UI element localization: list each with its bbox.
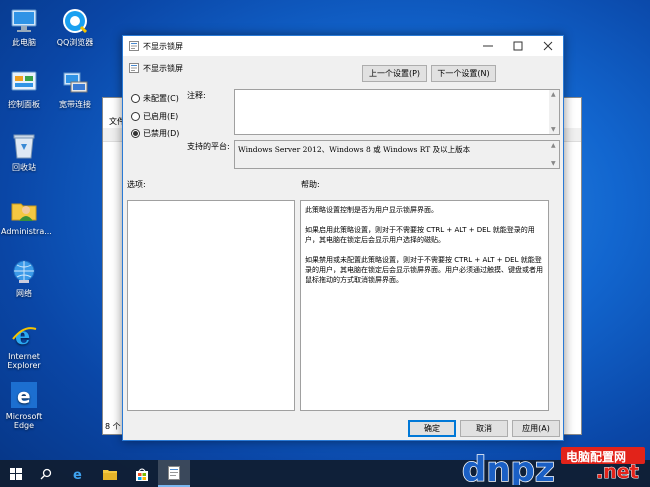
edge-icon: e	[9, 380, 39, 410]
setting-name: 不显示锁屏	[143, 64, 183, 73]
comment-label: 注释:	[187, 91, 206, 100]
search-icon	[40, 468, 52, 479]
options-label: 选项:	[127, 180, 146, 189]
comment-scrollbar[interactable]: ▲ ▼	[549, 90, 559, 134]
help-paragraph: 如果禁用或未配置此策略设置，则对于不需要按 CTRL + ALT + DEL 就…	[305, 256, 543, 284]
radio-enabled[interactable]: 已启用(E)	[131, 111, 178, 122]
policy-editor-icon	[168, 465, 180, 480]
title-bar[interactable]: 不显示锁屏	[123, 36, 563, 56]
desktop-icon-label: 宽带连接	[59, 100, 91, 109]
desktop-icon-internet-explorer[interactable]: e Internet Explorer	[1, 320, 47, 370]
background-window-status: 8 个	[105, 422, 121, 431]
platform-text: Windows Server 2012、Windows 8 或 Windows …	[238, 145, 471, 154]
help-panel[interactable]: 此策略设置控制是否为用户显示锁屏界面。 如果启用此策略设置，则对于不需要按 CT…	[300, 200, 549, 411]
radio-circle-selected	[131, 129, 140, 138]
cancel-button[interactable]: 取消	[460, 420, 508, 437]
folder-icon	[103, 469, 117, 480]
desktop-icon-label: Microsoft Edge	[5, 412, 43, 430]
taskbar-edge[interactable]: e	[62, 460, 94, 487]
options-panel	[127, 200, 295, 411]
taskbar-file-explorer[interactable]	[94, 460, 126, 487]
radio-disabled[interactable]: 已禁用(D)	[131, 128, 179, 139]
ok-button[interactable]: 确定	[408, 420, 456, 437]
globe-network-icon	[9, 257, 39, 287]
internet-explorer-icon: e	[9, 320, 39, 350]
desktop-icon-label: 回收站	[12, 163, 36, 172]
minimize-button[interactable]	[473, 36, 503, 56]
windows-logo-icon	[10, 467, 22, 480]
help-paragraph: 如果启用此策略设置，则对于不需要按 CTRL + ALT + DEL 就能登录的…	[305, 226, 535, 244]
maximize-icon	[513, 41, 523, 51]
control-panel-icon	[9, 68, 39, 98]
platform-scrollbar[interactable]: ▲ ▼	[549, 141, 559, 168]
desktop-icon-label: Administra...	[1, 227, 52, 236]
edge-icon: e	[73, 468, 82, 481]
platform-field[interactable]: Windows Server 2012、Windows 8 或 Windows …	[234, 140, 560, 169]
radio-circle	[131, 112, 140, 121]
policy-setting-dialog: 不显示锁屏 不显示锁屏 上一个设置(P) 下一个设置(N) 未配置(C) 已启用…	[122, 35, 564, 441]
comment-textarea[interactable]: ▲ ▼	[234, 89, 560, 135]
user-folder-icon	[9, 195, 39, 225]
taskbar-policy-editor[interactable]	[158, 460, 190, 487]
svg-text:e: e	[73, 468, 82, 481]
start-button[interactable]	[0, 460, 32, 487]
desktop-icon-label: 网络	[16, 289, 32, 298]
desktop-icon-label: QQ浏览器	[56, 38, 94, 47]
desktop-icon-network[interactable]: 网络	[1, 257, 47, 298]
radio-label: 已禁用(D)	[143, 129, 180, 138]
help-paragraph: 此策略设置控制是否为用户显示锁屏界面。	[305, 206, 438, 214]
desktop-icon-qq-browser[interactable]: QQ浏览器	[52, 6, 98, 47]
desktop-icon-this-pc[interactable]: 此电脑	[1, 6, 47, 47]
help-label: 帮助:	[301, 180, 320, 189]
policy-icon	[129, 41, 139, 51]
search-button[interactable]	[30, 460, 62, 487]
desktop-icon-label: Internet Explorer	[7, 352, 41, 370]
scroll-down-icon[interactable]: ▼	[551, 160, 556, 167]
apply-button[interactable]: 应用(A)	[512, 420, 560, 437]
scroll-down-icon[interactable]: ▼	[551, 126, 556, 133]
maximize-button[interactable]	[503, 36, 533, 56]
desktop-icon-administrator[interactable]: Administra...	[1, 195, 52, 236]
desktop-icon-control-panel[interactable]: 控制面板	[1, 68, 47, 109]
desktop-icon-broadband[interactable]: 宽带连接	[52, 68, 98, 109]
taskbar-store[interactable]	[126, 460, 158, 487]
scroll-up-icon[interactable]: ▲	[551, 142, 556, 149]
radio-label: 已启用(E)	[143, 112, 179, 121]
qq-browser-icon	[60, 6, 90, 36]
window-title: 不显示锁屏	[143, 42, 183, 51]
recycle-bin-icon	[9, 131, 39, 161]
radio-not-configured[interactable]: 未配置(C)	[131, 93, 179, 104]
svg-text:dnpz: dnpz	[462, 450, 555, 485]
close-icon	[543, 41, 553, 51]
site-watermark: dnpz .net 电脑配置网	[461, 445, 648, 487]
computer-icon	[9, 6, 39, 36]
minimize-icon	[483, 45, 493, 47]
radio-circle	[131, 94, 140, 103]
store-icon	[136, 468, 148, 481]
desktop-icon-edge[interactable]: e Microsoft Edge	[1, 380, 47, 430]
desktop-icon-recycle-bin[interactable]: 回收站	[1, 131, 47, 172]
platform-label: 支持的平台:	[187, 142, 230, 151]
previous-setting-button[interactable]: 上一个设置(P)	[362, 65, 427, 82]
watermark-tagline: 电脑配置网	[566, 450, 627, 464]
scroll-up-icon[interactable]: ▲	[551, 91, 556, 98]
desktop-icon-label: 此电脑	[12, 38, 36, 47]
close-button[interactable]	[533, 36, 563, 56]
policy-header-icon	[129, 63, 139, 73]
svg-text:e: e	[17, 384, 31, 408]
radio-label: 未配置(C)	[143, 94, 179, 103]
desktop-icon-label: 控制面板	[8, 100, 40, 109]
next-setting-button[interactable]: 下一个设置(N)	[431, 65, 496, 82]
network-connection-icon	[60, 68, 90, 98]
